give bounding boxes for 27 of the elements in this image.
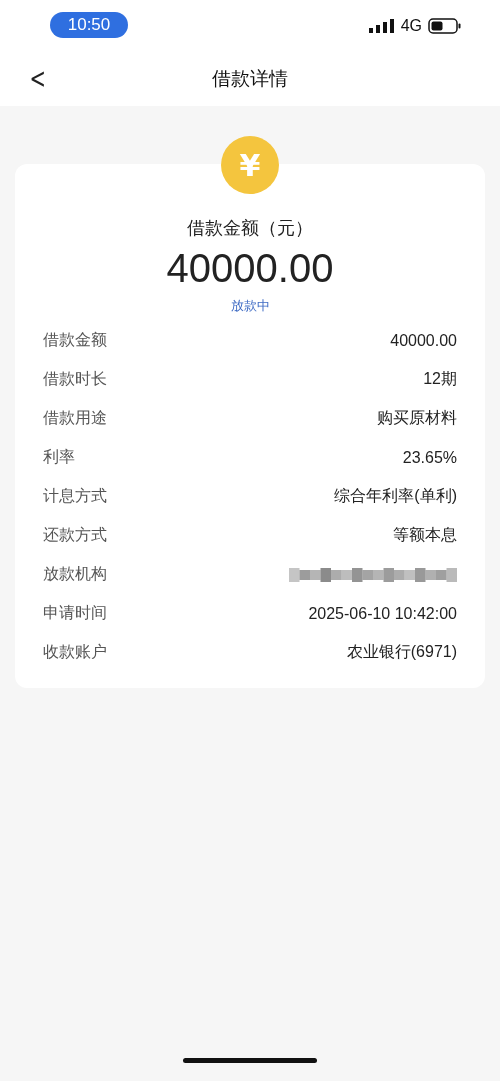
detail-value: 12期 [423, 369, 457, 389]
detail-label: 收款账户 [43, 642, 107, 663]
loan-status: 放款中 [230, 297, 270, 315]
page-title: 借款详情 [212, 66, 288, 91]
detail-label: 利率 [43, 447, 75, 468]
detail-label: 借款用途 [43, 408, 107, 429]
detail-value: 农业银行(6971) [346, 642, 457, 662]
back-button[interactable]: < [25, 62, 51, 95]
detail-label: 申请时间 [43, 603, 107, 624]
detail-label: 计息方式 [43, 486, 107, 507]
detail-label: 放款机构 [43, 564, 107, 585]
detail-label: 借款金额 [43, 330, 107, 351]
detail-label: 还款方式 [43, 525, 107, 546]
amount-label: 借款金额（元） [187, 216, 313, 240]
network-label: 4G [400, 17, 422, 35]
status-time: 10:50 [50, 12, 128, 38]
yuan-coin-icon: ¥ [221, 136, 279, 194]
detail-value: 综合年利率(单利) [334, 486, 457, 506]
detail-value: 40000.00 [390, 331, 457, 350]
signal-icon [368, 18, 395, 34]
loan-amount: 40000.00 [166, 246, 334, 291]
detail-value: 购买原材料 [377, 408, 457, 428]
detail-label: 借款时长 [43, 369, 107, 390]
battery-icon [428, 18, 462, 34]
detail-value: 2025-06-10 10:42:00 [308, 604, 457, 623]
detail-value: 等额本息 [393, 525, 457, 545]
detail-value: 23.65% [402, 448, 457, 467]
